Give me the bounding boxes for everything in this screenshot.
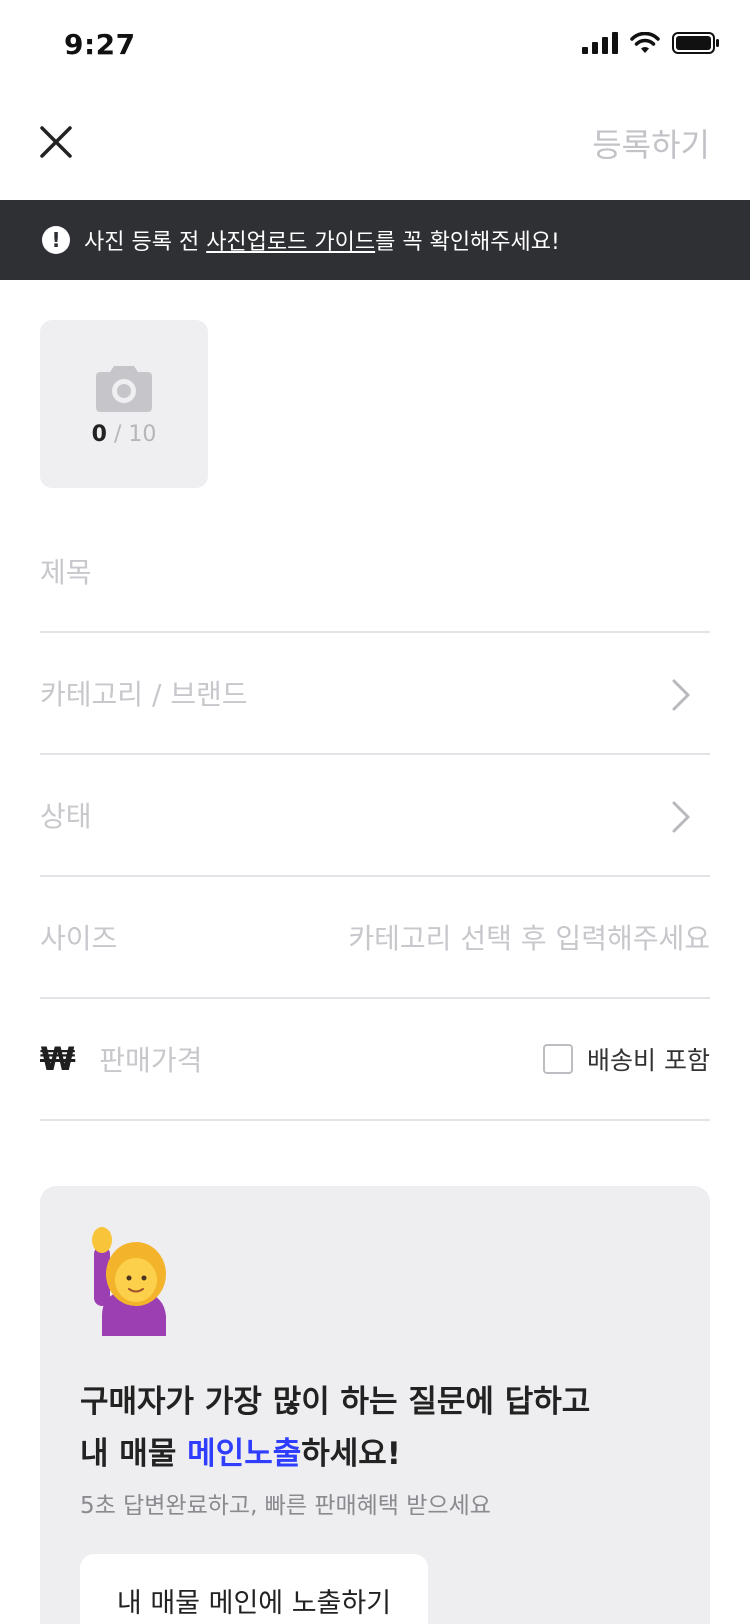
camera-icon: [96, 365, 152, 412]
promo-title-line2: 내 매물 메인노출하세요!: [80, 1428, 590, 1480]
photo-count-max: 10: [128, 421, 157, 447]
promo-title-line1: 구매자가 가장 많이 하는 질문에 답하고: [80, 1384, 591, 1420]
condition-field[interactable]: 상태: [40, 755, 710, 877]
promo-title: 구매자가 가장 많이 하는 질문에 답하고 내 매물 메인노출하세요!: [80, 1376, 590, 1480]
top-nav: 등록하기: [0, 100, 750, 190]
shipping-label: 배송비 포함: [587, 1046, 710, 1075]
status-bar: 9:27: [0, 0, 750, 90]
photo-count: 0 / 10: [92, 422, 157, 447]
notice-text: 사진 등록 전 사진업로드 가이드를 꼭 확인해주세요!: [84, 224, 560, 256]
photo-count-current: 0: [91, 421, 107, 447]
photo-guide-link[interactable]: 사진업로드 가이드: [206, 230, 375, 255]
won-currency-icon: ₩: [40, 1040, 76, 1078]
promo-card: 구매자가 가장 많이 하는 질문에 답하고 내 매물 메인노출하세요! 5초 답…: [40, 1186, 710, 1624]
photo-count-separator: /: [113, 421, 122, 447]
battery-icon: [672, 32, 719, 54]
shipping-included-toggle[interactable]: 배송비 포함: [543, 1041, 710, 1077]
size-label: 사이즈: [40, 922, 118, 955]
photo-upload-button[interactable]: 0 / 10: [40, 320, 208, 488]
status-time: 9:27: [64, 28, 136, 61]
price-field[interactable]: ₩ 판매가격 배송비 포함: [40, 999, 710, 1121]
title-field[interactable]: 제목: [40, 511, 710, 633]
size-hint: 카테고리 선택 후 입력해주세요: [348, 922, 710, 955]
shipping-checkbox[interactable]: [543, 1044, 574, 1074]
promo-title-highlight: 메인노출: [187, 1436, 302, 1472]
main-exposure-button[interactable]: 내 매물 메인에 노출하기: [80, 1554, 428, 1624]
category-placeholder: 카테고리 / 브랜드: [40, 678, 248, 711]
status-icons: [582, 32, 720, 54]
size-field[interactable]: 사이즈 카테고리 선택 후 입력해주세요: [40, 877, 710, 999]
category-brand-field[interactable]: 카테고리 / 브랜드: [40, 633, 710, 755]
signal-icon: [582, 32, 618, 54]
chevron-right-icon: [672, 679, 690, 711]
exclamation-icon: !: [42, 226, 70, 254]
notice-prefix: 사진 등록 전: [84, 230, 207, 255]
close-icon: [40, 126, 72, 158]
promo-subtitle: 5초 답변완료하고, 빠른 판매혜택 받으세요: [80, 1493, 491, 1519]
wifi-icon: [630, 32, 660, 53]
raising-hand-woman-icon: [92, 1227, 166, 1336]
promo-title-prefix: 내 매물: [80, 1436, 188, 1472]
promo-title-suffix: 하세요!: [301, 1436, 401, 1472]
chevron-right-icon: [672, 801, 690, 833]
register-button[interactable]: 등록하기: [592, 120, 710, 166]
price-placeholder: 판매가격: [99, 1044, 203, 1077]
notice-bar: ! 사진 등록 전 사진업로드 가이드를 꼭 확인해주세요!: [0, 200, 750, 280]
notice-suffix: 를 꼭 확인해주세요!: [375, 230, 560, 255]
close-button[interactable]: [36, 122, 76, 162]
condition-placeholder: 상태: [40, 800, 92, 833]
title-placeholder: 제목: [40, 556, 92, 589]
